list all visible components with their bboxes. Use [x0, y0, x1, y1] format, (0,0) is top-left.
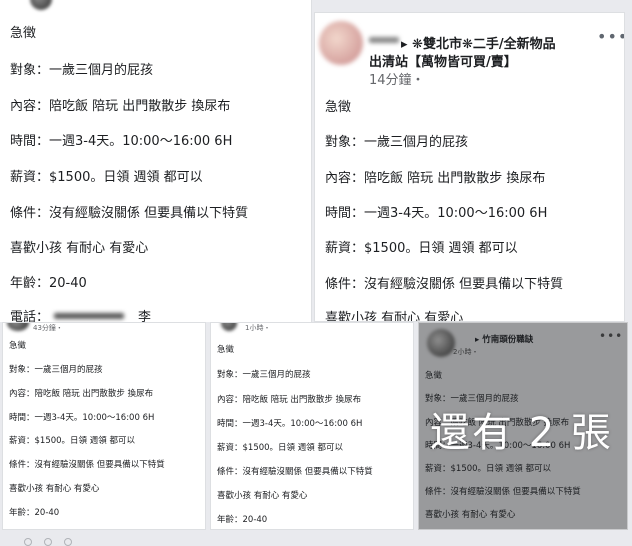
group-name-line2[interactable]: 出清站【萬物皆可買/賣】 — [369, 51, 517, 70]
post-content: 內容：陪吃飯 陪玩 出門散散步 換尿布 — [217, 395, 362, 405]
post-target: 對象：一歲三個月的屁孩 — [9, 365, 103, 375]
post-pay: 薪資：$1500。日領 週領 都可以 — [217, 443, 343, 453]
post-time: 時間：一週3-4天。10:00～16:00 6H — [325, 206, 548, 221]
post-traits: 喜歡小孩 有耐心 有愛心 — [217, 491, 308, 501]
avatar — [30, 0, 52, 10]
redacted-name — [369, 37, 399, 43]
post-condition: 條件：沒有經驗沒關係 但要具備以下特質 — [9, 460, 165, 470]
bottom-strip — [0, 530, 632, 544]
post-timestamp[interactable]: 2小時・ — [453, 347, 478, 357]
post-time: 時間：一週3-4天。10:00～16:00 6H — [9, 413, 155, 423]
post-screenshot-4: 1小時・ 急徵 對象：一歲三個月的屁孩 內容：陪吃飯 陪玩 出門散散步 換尿布 … — [210, 322, 414, 530]
post-heading: 急徵 — [10, 26, 37, 41]
group-name[interactable]: ▸ 竹南頭份職缺 — [475, 333, 533, 345]
post-time: 時間：一週3-4天。10:00～16:00 6H — [217, 419, 363, 429]
more-options-icon[interactable]: ••• — [599, 329, 623, 343]
post-timestamp[interactable]: 43分鐘・ — [33, 323, 63, 333]
reaction-icon — [44, 538, 52, 546]
post-traits: 喜歡小孩 有耐心 有愛心 — [425, 510, 516, 520]
post-pay: 薪資：$1500。日領 週領 都可以 — [425, 464, 551, 474]
post-timestamp[interactable]: 1小時・ — [245, 323, 270, 333]
post-heading: 急徵 — [217, 345, 235, 355]
post-phone-name: 李 — [138, 310, 152, 322]
post-phone-label: 電話： — [10, 310, 50, 322]
post-pay: 薪資：$1500。日領 週領 都可以 — [325, 241, 518, 256]
post-condition: 條件：沒有經驗沒關係 但要具備以下特質 — [10, 206, 249, 221]
post-age: 年齡：20-40 — [10, 276, 87, 291]
avatar — [7, 323, 29, 331]
post-content: 內容：陪吃飯 陪玩 出門散散步 換尿布 — [325, 171, 546, 186]
post-condition: 條件：沒有經驗沒關係 但要具備以下特質 — [425, 487, 581, 497]
post-content: 內容：陪吃飯 陪玩 出門散散步 換尿布 — [9, 389, 154, 399]
reaction-icon — [64, 538, 72, 546]
avatar — [319, 21, 363, 65]
post-condition: 條件：沒有經驗沒關係 但要具備以下特質 — [325, 277, 564, 292]
group-name[interactable]: ▸ ❋雙北市❋二手/全新物品 — [401, 33, 556, 52]
post-heading: 急徵 — [325, 100, 352, 115]
post-heading: 急徵 — [425, 371, 443, 381]
post-traits: 喜歡小孩 有耐心 有愛心 — [10, 241, 149, 256]
post-condition: 條件：沒有經驗沒關係 但要具備以下特質 — [217, 467, 373, 477]
more-options-icon[interactable]: ••• — [597, 27, 624, 46]
post-target: 對象：一歲三個月的屁孩 — [325, 135, 469, 150]
post-age: 年齡：20-40 — [217, 515, 268, 525]
post-timestamp[interactable]: 14分鐘・ — [369, 69, 425, 88]
post-heading: 急徵 — [9, 341, 27, 351]
post-content: 內容：陪吃飯 陪玩 出門散散步 換尿布 — [10, 99, 231, 114]
post-target: 對象：一歲三個月的屁孩 — [10, 63, 154, 78]
reaction-icon — [24, 538, 32, 546]
post-age: 年齡：20-40 — [9, 508, 60, 518]
redacted-phone — [54, 313, 124, 319]
post-pay: 薪資：$1500。日領 週領 都可以 — [10, 170, 203, 185]
post-screenshot-2: ▸ ❋雙北市❋二手/全新物品 出清站【萬物皆可買/賣】 14分鐘・ ••• 急徵… — [314, 12, 625, 322]
post-time: 時間：一週3-4天。10:00～16:00 6H — [10, 134, 233, 149]
avatar — [427, 329, 455, 357]
post-pay: 薪資：$1500。日領 週領 都可以 — [9, 436, 135, 446]
avatar — [221, 323, 237, 331]
post-traits: 喜歡小孩 有耐心 有愛心 — [9, 484, 100, 494]
post-target: 對象：一歲三個月的屁孩 — [217, 370, 311, 380]
post-traits: 喜歡小孩 有耐心 有愛心 — [325, 311, 464, 322]
post-screenshot-1: 急徵 對象：一歲三個月的屁孩 內容：陪吃飯 陪玩 出門散散步 換尿布 時間：一週… — [0, 0, 312, 322]
more-photos-overlay[interactable]: 還有 2 張 — [430, 400, 613, 458]
post-screenshot-3: 43分鐘・ 急徵 對象：一歲三個月的屁孩 內容：陪吃飯 陪玩 出門散散步 換尿布… — [2, 322, 206, 530]
